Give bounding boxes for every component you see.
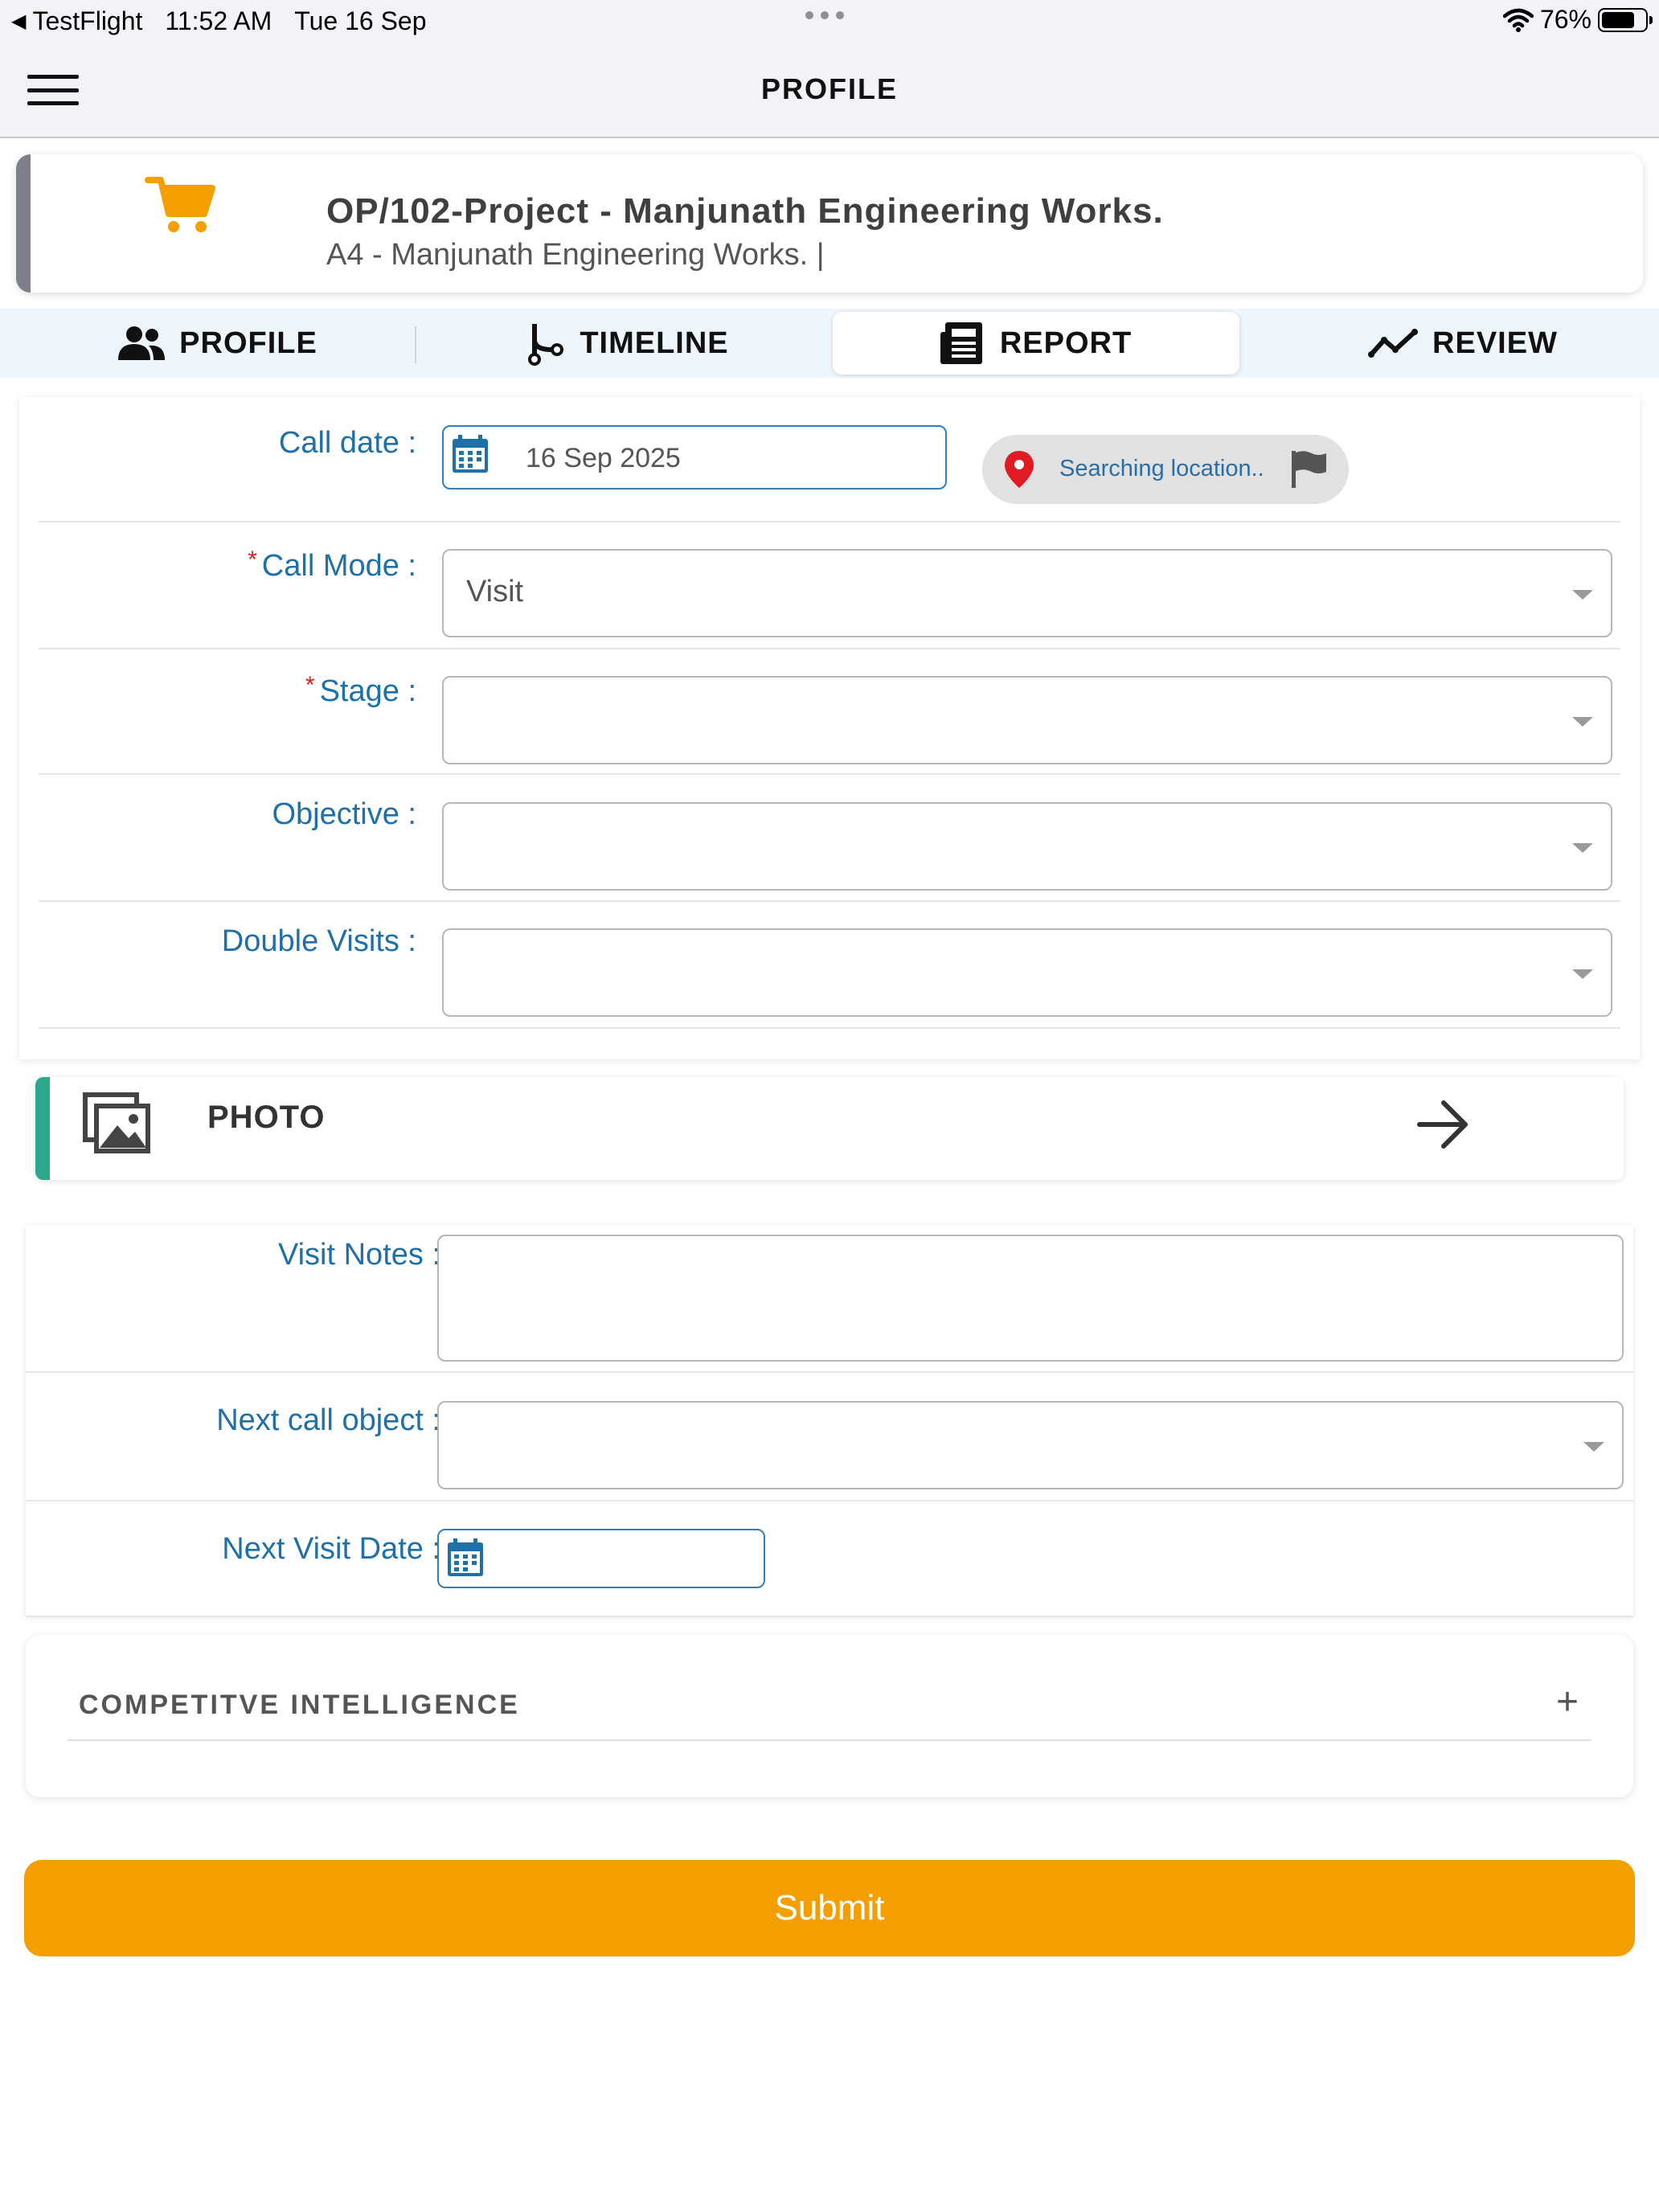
cart-icon	[145, 177, 215, 232]
stage-label: * Stage :	[305, 672, 416, 708]
back-app-label[interactable]: TestFlight	[32, 6, 142, 36]
trend-icon	[1368, 329, 1419, 358]
call-date-label: Call date :	[278, 426, 416, 460]
map-pin-icon	[1005, 451, 1034, 488]
double-visits-select[interactable]	[442, 928, 1612, 1017]
back-triangle-icon[interactable]: ◀	[11, 10, 26, 33]
call-mode-label: * Call Mode :	[248, 547, 416, 583]
tab-review[interactable]: REVIEW	[1334, 312, 1591, 375]
dropdown-caret-icon	[1572, 969, 1593, 979]
call-mode-value: Visit	[466, 575, 524, 608]
status-bar: ◀ TestFlight 11:52 AM Tue 16 Sep 76%	[0, 0, 1659, 42]
page-title: PROFILE	[760, 72, 898, 105]
calendar-icon	[453, 435, 488, 473]
competitive-intelligence-label: COMPETITVE INTELLIGENCE	[79, 1690, 520, 1720]
next-call-object-label: Next call object :	[216, 1403, 440, 1437]
location-status-text: Searching location..	[1059, 456, 1264, 481]
newspaper-icon	[940, 322, 982, 364]
competitive-intelligence-panel[interactable]: COMPETITVE INTELLIGENCE +	[26, 1635, 1633, 1797]
tab-timeline-label: TIMELINE	[580, 326, 729, 360]
project-header-card: OP/102-Project - Manjunath Engineering W…	[16, 154, 1643, 293]
tab-profile[interactable]: PROFILE	[88, 312, 346, 375]
flag-icon[interactable]	[1289, 449, 1328, 490]
next-visit-date-label: Next Visit Date :	[222, 1532, 440, 1566]
arrow-right-icon[interactable]	[1415, 1096, 1471, 1153]
photo-card[interactable]: PHOTO	[35, 1077, 1624, 1180]
project-title: OP/102-Project - Manjunath Engineering W…	[326, 191, 1164, 231]
location-status-chip[interactable]: Searching location..	[982, 435, 1349, 504]
nav-bar: PROFILE	[0, 42, 1659, 138]
next-call-object-select[interactable]	[437, 1401, 1624, 1489]
project-subtitle: A4 - Manjunath Engineering Works. |	[326, 238, 825, 272]
battery-icon	[1598, 7, 1653, 32]
photo-label: PHOTO	[207, 1100, 326, 1135]
dropdown-caret-icon	[1572, 590, 1593, 600]
call-mode-select[interactable]: Visit	[442, 549, 1612, 637]
expand-plus-icon[interactable]: +	[1556, 1680, 1579, 1724]
next-visit-date-row: Next Visit Date :	[26, 1501, 1633, 1617]
submit-button[interactable]: Submit	[24, 1860, 1635, 1956]
branch-icon	[528, 324, 564, 366]
stage-select[interactable]	[442, 676, 1612, 764]
wifi-icon	[1502, 8, 1534, 32]
dropdown-caret-icon	[1572, 717, 1593, 727]
tab-report-label: REPORT	[999, 326, 1133, 360]
status-date: Tue 16 Sep	[294, 6, 427, 35]
next-visit-date-input[interactable]	[437, 1529, 765, 1588]
objective-label: Objective :	[272, 797, 416, 831]
calendar-icon	[448, 1538, 483, 1576]
visit-notes-label: Visit Notes :	[277, 1238, 440, 1272]
call-date-input[interactable]: 16 Sep 2025	[442, 425, 947, 490]
divider	[68, 1739, 1591, 1741]
required-asterisk: *	[305, 672, 315, 698]
objective-select[interactable]	[442, 802, 1612, 891]
tab-review-label: REVIEW	[1432, 326, 1558, 360]
visit-notes-textarea[interactable]	[437, 1235, 1624, 1362]
gallery-icon	[83, 1092, 150, 1153]
call-date-value: 16 Sep 2025	[526, 443, 681, 473]
tab-report[interactable]: REPORT	[833, 312, 1239, 375]
tab-bar: PROFILE TIMELINE REPORT REVIEW	[0, 309, 1659, 378]
required-asterisk: *	[248, 547, 257, 573]
double-visits-label: Double Visits :	[221, 924, 416, 958]
tab-profile-label: PROFILE	[179, 326, 317, 360]
dropdown-caret-icon	[1583, 1442, 1604, 1452]
users-icon	[118, 326, 166, 360]
tab-timeline[interactable]: TIMELINE	[498, 312, 756, 375]
battery-percent: 76%	[1539, 5, 1591, 34]
dropdown-caret-icon	[1572, 843, 1593, 853]
tab-divider	[415, 326, 416, 363]
multitask-dots-icon[interactable]	[805, 11, 844, 19]
status-time: 11:52 AM	[165, 6, 272, 35]
